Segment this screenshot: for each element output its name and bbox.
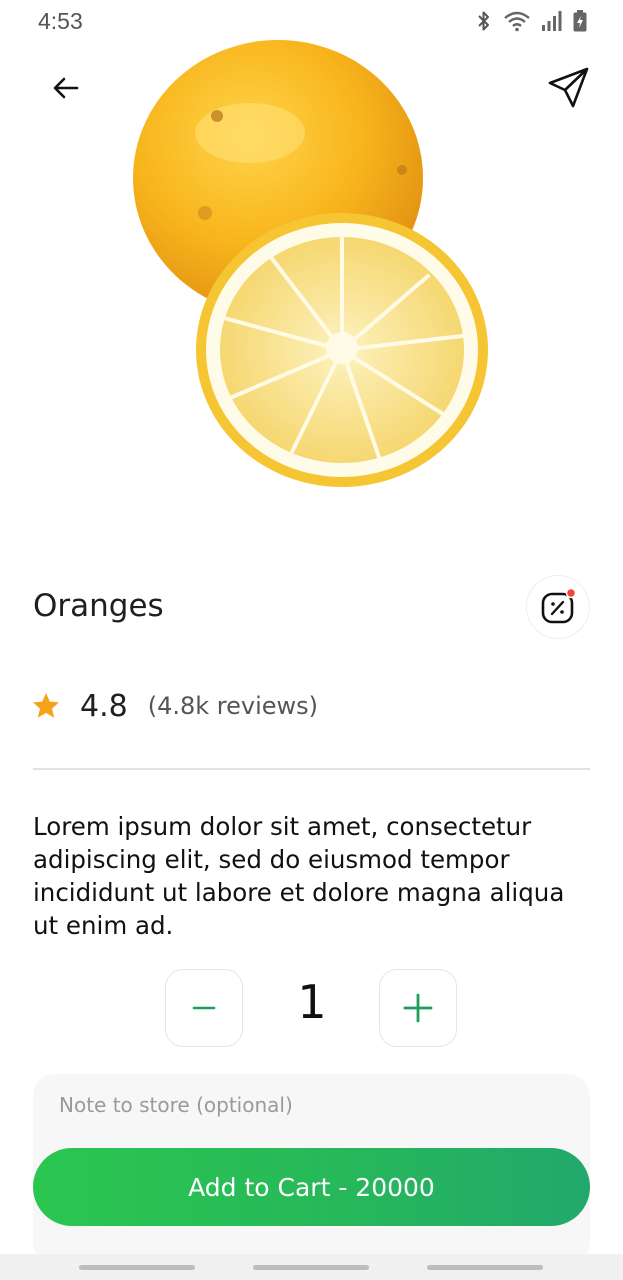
signal-icon (542, 11, 562, 31)
plus-icon (403, 993, 433, 1023)
system-nav-bar (0, 1254, 623, 1280)
product-title: Oranges (33, 588, 164, 624)
send-icon (548, 67, 589, 108)
bluetooth-icon (478, 11, 489, 31)
share-button[interactable] (543, 62, 595, 114)
add-to-cart-button[interactable]: Add to Cart - 20000 (33, 1148, 590, 1226)
minus-icon (192, 1006, 216, 1010)
nav-recents-pill[interactable] (79, 1265, 195, 1270)
increase-quantity-button[interactable] (379, 969, 457, 1047)
rating-value: 4.8 (80, 688, 128, 724)
divider (33, 768, 590, 770)
nav-home-pill[interactable] (253, 1265, 369, 1270)
product-description: Lorem ipsum dolor sit amet, consectetur … (33, 812, 565, 940)
status-time: 4:53 (38, 8, 83, 34)
wifi-icon (504, 11, 530, 32)
discount-button[interactable] (526, 575, 590, 639)
decrease-quantity-button[interactable] (165, 969, 243, 1047)
star-icon (33, 693, 59, 718)
quantity-value: 1 (297, 975, 327, 1029)
battery-icon (573, 10, 587, 32)
lemon-image (133, 40, 488, 487)
discount-icon (541, 587, 577, 624)
back-button[interactable] (40, 62, 92, 114)
note-input[interactable] (59, 1088, 559, 1122)
arrow-left-icon (53, 77, 79, 99)
rating-row: 4.8 (4.8k reviews) (30, 684, 318, 728)
nav-back-pill[interactable] (427, 1265, 543, 1270)
status-icons (475, 10, 587, 32)
review-count[interactable]: (4.8k reviews) (148, 692, 318, 720)
